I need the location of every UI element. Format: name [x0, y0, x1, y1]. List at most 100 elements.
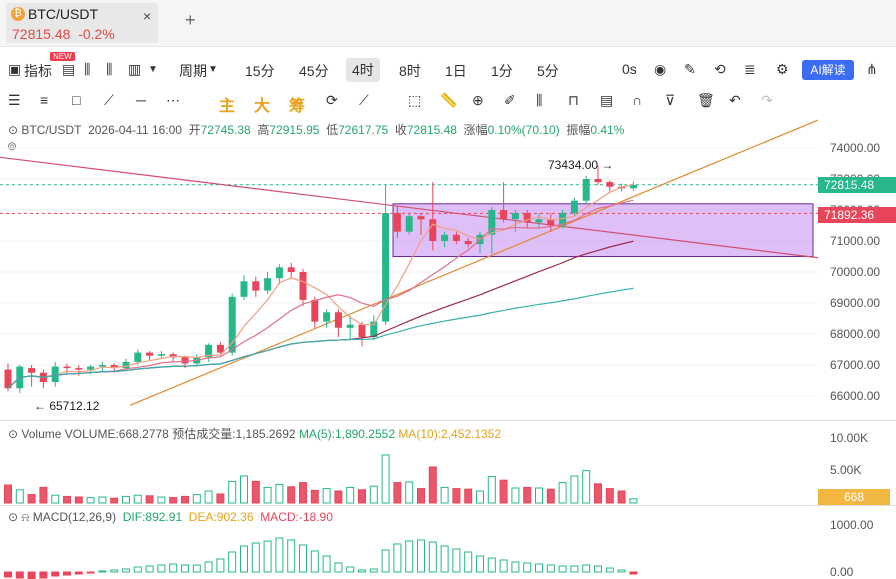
macd-bar	[157, 564, 166, 573]
replay-icon[interactable]: ⟲	[714, 61, 726, 78]
macd-bar	[133, 566, 142, 573]
close-tab-icon[interactable]: ×	[143, 8, 151, 24]
chart-type-icon[interactable]: ▥	[128, 61, 141, 78]
volume-bar	[570, 475, 579, 504]
volume-bar	[63, 495, 71, 504]
select-icon[interactable]: ⬚	[408, 92, 421, 109]
volume-bar	[499, 479, 508, 504]
interval-15m[interactable]: 15分	[245, 61, 275, 81]
camera-icon[interactable]: ◉	[654, 61, 666, 78]
more-icon[interactable]: ⋯	[166, 92, 180, 109]
macd-bar	[487, 557, 496, 573]
lines-icon[interactable]: ≡	[40, 92, 48, 108]
interval-45m[interactable]: 45分	[299, 61, 329, 81]
interval-4h[interactable]: 4时	[346, 58, 380, 82]
edit-icon[interactable]: ✎	[684, 61, 696, 78]
macd-bar	[15, 571, 24, 579]
candle-body	[275, 267, 283, 279]
macd-bar	[535, 563, 543, 573]
volume-bar	[110, 497, 119, 504]
macd-bar	[98, 570, 107, 573]
volume-bar	[594, 483, 602, 504]
volume-bar	[287, 486, 296, 504]
ai-interpret-button[interactable]: AI解读	[802, 60, 854, 80]
indicators-button[interactable]: 指标	[24, 61, 52, 81]
notes-icon[interactable]: ▤	[600, 92, 613, 109]
volume-bar	[86, 497, 95, 504]
rectangle-icon[interactable]: □	[72, 92, 80, 108]
macd-bar	[582, 564, 591, 573]
measure-icon[interactable]: ⟋	[359, 92, 369, 109]
min-price-label: ← 65712.12	[34, 399, 100, 413]
volume-chart[interactable]	[0, 440, 818, 505]
interval-1d[interactable]: 1日	[445, 61, 467, 81]
indicator-icon[interactable]: ▣	[8, 61, 21, 78]
undo-icon[interactable]: ↶	[729, 92, 741, 109]
volume-bar	[15, 489, 24, 504]
volume-bar	[204, 490, 213, 504]
candle-body	[63, 366, 71, 369]
trendline-icon[interactable]: ⟋	[104, 92, 114, 109]
interval-5m[interactable]: 5分	[537, 61, 559, 81]
bars-icon[interactable]: ⫼	[536, 92, 542, 109]
template-icon[interactable]: ▤	[62, 61, 75, 78]
redo-icon[interactable]: ↷	[761, 92, 773, 109]
macd-axis-0: 0.00	[830, 565, 854, 579]
macd-bar	[629, 571, 638, 575]
candlestick-chart[interactable]	[0, 110, 818, 420]
candle-body	[252, 281, 260, 291]
period-button[interactable]: 周期	[179, 61, 207, 81]
macd-bar	[39, 571, 48, 579]
layout-icon[interactable]: ⫼	[84, 61, 90, 78]
candle-body	[535, 219, 543, 223]
price-axis-label: 74000.00	[830, 141, 881, 155]
macd-bar	[617, 569, 626, 573]
macd-bar	[369, 568, 378, 573]
candle-body	[228, 296, 236, 353]
candle-body	[98, 365, 106, 367]
volume-bar	[4, 484, 12, 504]
macd-bar	[499, 559, 508, 573]
interval-1m[interactable]: 1分	[491, 61, 513, 81]
volume-toggle-icon[interactable]: ⊙	[8, 427, 18, 441]
menu-icon[interactable]: ☰	[8, 92, 21, 109]
candle-body	[606, 182, 614, 187]
volume-bar	[51, 494, 60, 504]
macd-bar	[546, 564, 555, 573]
max-price-label: 73434.00 →	[548, 158, 614, 172]
zoom-icon[interactable]: ⊕	[472, 92, 484, 109]
macd-bar	[511, 561, 520, 573]
trash-icon[interactable]: 🗑	[697, 92, 715, 109]
volume-bar	[263, 486, 272, 504]
candle-body	[393, 213, 401, 232]
settings-icon[interactable]: ⚙	[776, 61, 789, 78]
macd-bar	[251, 542, 260, 573]
candle-body	[311, 299, 319, 322]
macd-chart[interactable]	[0, 520, 818, 579]
share-icon[interactable]: ⋔	[866, 61, 878, 78]
macd-bar	[310, 550, 319, 573]
ruler-icon[interactable]: 📏	[440, 92, 457, 109]
list-icon[interactable]: ≣	[744, 61, 756, 78]
price-axis-label: 68000.00	[830, 327, 881, 341]
add-tab-icon[interactable]: +	[185, 10, 196, 31]
sync-icon[interactable]: ⟳	[326, 92, 338, 109]
candle-body	[264, 278, 272, 291]
lock-icon[interactable]: ⊓	[568, 92, 579, 109]
brush-icon[interactable]: ✐	[504, 92, 516, 109]
candle-body	[28, 368, 36, 373]
macd-bar	[464, 551, 473, 573]
period-chevron-icon[interactable]: ▼	[208, 64, 218, 75]
chevron-down-icon[interactable]: ▼	[148, 64, 158, 75]
filter-icon[interactable]: ⊽	[665, 92, 675, 109]
macd-bar	[122, 568, 130, 573]
magnet-icon[interactable]: ∩	[632, 92, 642, 108]
candle-type-icon[interactable]: ⫼	[106, 61, 112, 78]
candle-body	[417, 216, 425, 220]
price-axis-label: 70000.00	[830, 265, 881, 279]
interval-8h[interactable]: 8时	[399, 61, 421, 81]
hline-icon[interactable]: ─	[136, 92, 146, 108]
candle-body	[358, 324, 366, 338]
volume-bar	[440, 486, 449, 504]
price-axis-label: 66000.00	[830, 389, 881, 403]
